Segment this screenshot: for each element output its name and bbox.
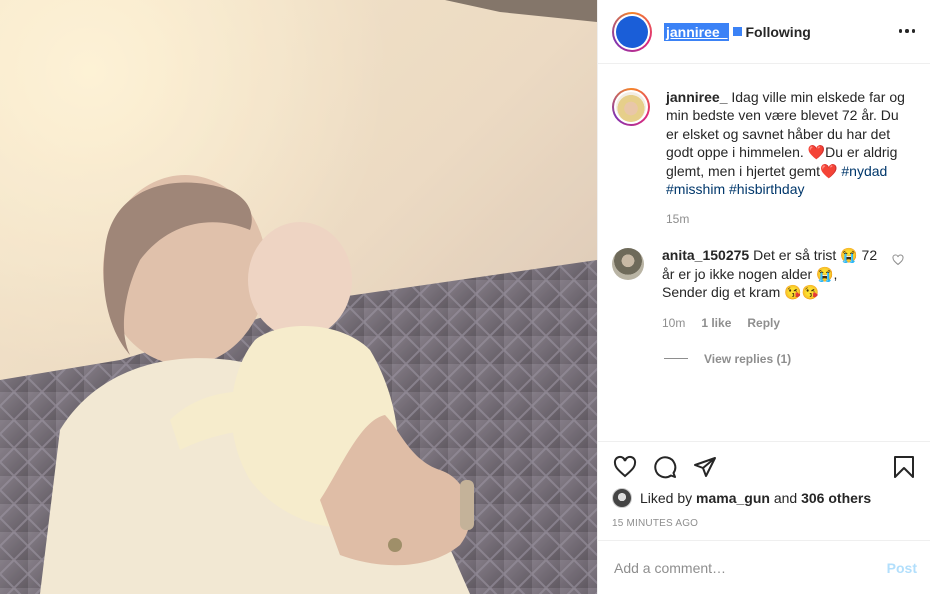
like-heart-icon[interactable] <box>612 454 638 480</box>
comment-text: anita_150275 Det er så trist 😭 72 år er … <box>662 246 880 301</box>
caption-timestamp[interactable]: 15m <box>666 212 906 226</box>
kiss-emoji-icon: 😘😘 <box>784 284 820 301</box>
hashtag-link[interactable]: #hisbirthday <box>729 181 805 197</box>
view-replies-button[interactable]: View replies (1) <box>664 352 914 366</box>
likes-summary: Liked by mama_gun and 306 others <box>612 488 917 508</box>
post-header: janniree_ Following <box>598 0 930 64</box>
reply-button[interactable]: Reply <box>747 316 780 330</box>
hashtag-link[interactable]: #nydad <box>841 163 887 179</box>
comment-meta: 10m 1 like Reply <box>662 316 880 330</box>
replies-divider <box>664 358 688 360</box>
comment-bubble-icon[interactable] <box>652 454 678 480</box>
separator-dot <box>733 27 743 36</box>
post-side-panel: janniree_ Following janniree_ Idag ville… <box>597 0 930 594</box>
follow-status-button[interactable]: Following <box>745 24 810 40</box>
hashtag-link[interactable]: #misshim <box>666 181 725 197</box>
liker-avatar[interactable] <box>612 488 632 508</box>
comment-text-part-1: Det er så trist <box>749 247 841 264</box>
author-avatar[interactable] <box>612 11 652 52</box>
commenter-avatar[interactable] <box>612 248 644 281</box>
post-timestamp[interactable]: 15 MINUTES AGO <box>612 518 917 529</box>
caption-username-link[interactable]: janniree_ <box>666 89 727 105</box>
crying-emoji-icon: 😭 <box>816 265 834 282</box>
comment-item: anita_150275 Det er så trist 😭 72 år er … <box>612 246 914 330</box>
share-paper-plane-icon[interactable] <box>692 454 718 480</box>
heart-emoji-icon: ❤️ <box>820 162 838 179</box>
comment-timestamp[interactable]: 10m <box>662 316 685 330</box>
add-comment-bar: Post <box>598 540 930 594</box>
author-username-link[interactable]: janniree_ <box>664 22 730 41</box>
likes-count-link[interactable]: 306 others <box>801 490 871 506</box>
view-replies-label: View replies (1) <box>704 351 792 366</box>
post-photo[interactable] <box>0 0 597 594</box>
comments-area: janniree_ Idag ville min elskede far og … <box>598 64 930 441</box>
caption: janniree_ Idag ville min elskede far og … <box>612 80 914 226</box>
liked-by-user-link[interactable]: mama_gun <box>696 490 770 506</box>
caption-text: janniree_ Idag ville min elskede far og … <box>666 88 906 198</box>
like-comment-heart-icon[interactable] <box>892 254 904 266</box>
action-bar: Liked by mama_gun and 306 others 15 MINU… <box>598 441 930 529</box>
heart-emoji-icon: ❤️ <box>807 144 826 161</box>
post-comment-button[interactable]: Post <box>887 560 917 576</box>
comment-likes-link[interactable]: 1 like <box>701 316 731 330</box>
save-bookmark-icon[interactable] <box>891 454 917 480</box>
more-options-icon[interactable] <box>898 22 916 40</box>
liked-by-and: and <box>773 490 798 506</box>
crying-emoji-icon: 😭 <box>840 247 858 264</box>
caption-avatar[interactable] <box>612 88 650 126</box>
comment-input[interactable] <box>614 559 887 576</box>
liked-by-prefix: Liked by <box>640 490 693 506</box>
action-icons <box>612 454 917 480</box>
commenter-username-link[interactable]: anita_150275 <box>662 247 749 263</box>
